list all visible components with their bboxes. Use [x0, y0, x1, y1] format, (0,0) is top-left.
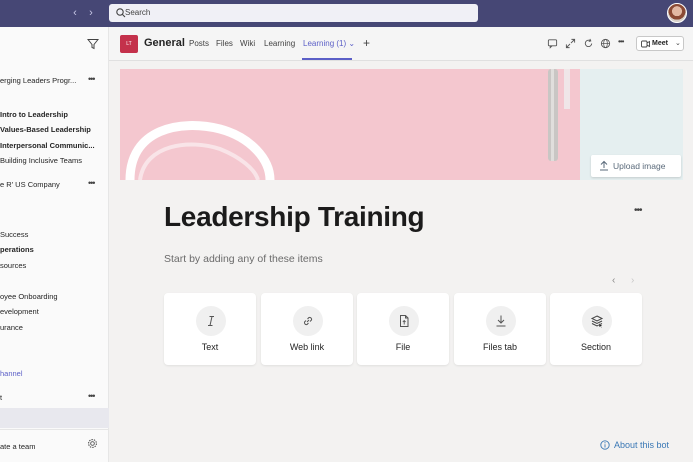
- channel-operations[interactable]: perations: [0, 245, 34, 254]
- gear-icon[interactable]: [87, 438, 98, 449]
- tab-learning-1[interactable]: Learning (1) ⌄: [303, 39, 355, 48]
- active-tab-indicator: [302, 58, 352, 60]
- upload-image-label: Upload image: [613, 161, 666, 171]
- page-more-options-icon[interactable]: •••: [634, 205, 642, 216]
- add-files-tab-card[interactable]: Files tab: [454, 293, 546, 365]
- team-company[interactable]: e R' US Company: [0, 180, 60, 189]
- channel-insurance[interactable]: urance: [0, 323, 23, 332]
- card-label: Files tab: [482, 342, 517, 352]
- team-emerging-leaders[interactable]: erging Leaders Progr...: [0, 76, 76, 85]
- video-camera-icon: [641, 40, 650, 48]
- add-web-link-card[interactable]: Web link: [261, 293, 353, 365]
- filter-icon[interactable]: [87, 38, 99, 50]
- team-item[interactable]: t: [0, 393, 2, 402]
- about-this-bot-label: About this bot: [614, 440, 670, 450]
- file-icon: [400, 315, 409, 327]
- card-icon-circle: [293, 306, 323, 336]
- tab-posts[interactable]: Posts: [189, 39, 209, 48]
- channel-building-inclusive-teams[interactable]: Building Inclusive Teams: [0, 156, 82, 165]
- info-icon: [600, 440, 610, 450]
- channel-values-based-leadership[interactable]: Values-Based Leadership: [0, 125, 91, 134]
- channel-title: General: [144, 37, 185, 49]
- create-team-link[interactable]: ate a team: [0, 442, 35, 451]
- team-more-options[interactable]: •••: [88, 391, 96, 401]
- channel-development[interactable]: evelopment: [0, 307, 39, 316]
- card-label: Web link: [289, 342, 325, 352]
- forward-arrow-icon[interactable]: ›: [85, 7, 97, 19]
- team-logo: LT: [120, 35, 138, 53]
- download-icon: [496, 315, 506, 327]
- channel-success[interactable]: Success: [0, 230, 28, 239]
- card-icon-circle: [582, 306, 612, 336]
- team-more-options[interactable]: •••: [88, 74, 96, 84]
- card-icon-circle: [486, 306, 516, 336]
- channel-intro-to-leadership[interactable]: Intro to Leadership: [0, 110, 68, 119]
- back-arrow-icon[interactable]: ‹: [69, 7, 81, 19]
- search-placeholder: Search: [125, 8, 151, 17]
- title-bar: ‹ › Search: [0, 0, 693, 27]
- tab-files[interactable]: Files: [216, 39, 233, 48]
- channel-header: LT General Posts Files Wiki Learning Lea…: [109, 27, 693, 61]
- refresh-icon[interactable]: [583, 38, 594, 49]
- chat-icon[interactable]: [547, 38, 558, 49]
- card-icon-circle: [196, 306, 226, 336]
- user-avatar[interactable]: [667, 3, 687, 23]
- search-input[interactable]: Search: [109, 4, 478, 22]
- channel-employee-onboarding[interactable]: oyee Onboarding: [0, 292, 58, 301]
- selected-channel-highlight[interactable]: [0, 408, 109, 428]
- layers-icon: [590, 315, 604, 328]
- upload-image-button[interactable]: Upload image: [591, 155, 681, 177]
- globe-icon[interactable]: [600, 38, 611, 49]
- teams-sidebar: erging Leaders Progr... ••• Intro to Lea…: [0, 27, 109, 462]
- page-subtitle: Start by adding any of these items: [164, 253, 323, 265]
- tab-wiki[interactable]: Wiki: [240, 39, 255, 48]
- meet-button[interactable]: Meet ⌄: [636, 36, 684, 51]
- tab-learning[interactable]: Learning: [264, 39, 295, 48]
- team-more-options[interactable]: •••: [88, 178, 96, 188]
- meet-label: Meet: [652, 40, 668, 47]
- carousel-prev-icon[interactable]: ‹: [612, 275, 615, 286]
- more-options-icon[interactable]: •••: [618, 37, 624, 46]
- page-title[interactable]: Leadership Training: [164, 201, 425, 233]
- add-tab-button[interactable]: +: [363, 36, 370, 50]
- add-file-card[interactable]: File: [357, 293, 449, 365]
- carousel-next-icon[interactable]: ›: [631, 275, 634, 286]
- card-icon-circle: [389, 306, 419, 336]
- card-label: Section: [580, 342, 612, 352]
- add-text-card[interactable]: Text: [164, 293, 256, 365]
- channel-interpersonal-communication[interactable]: Interpersonal Communic...: [0, 141, 95, 150]
- channel-resources[interactable]: sources: [0, 261, 26, 270]
- link-icon: [303, 316, 313, 326]
- channel-link[interactable]: hannel: [0, 369, 23, 378]
- banner-image: Upload image: [120, 69, 683, 180]
- upload-icon: [600, 160, 608, 171]
- learning-page: Upload image Leadership Training ••• Sta…: [109, 61, 693, 462]
- meet-chevron-icon[interactable]: ⌄: [675, 39, 681, 47]
- expand-icon[interactable]: [565, 38, 576, 49]
- card-label: File: [395, 342, 411, 352]
- add-section-card[interactable]: Section: [550, 293, 642, 365]
- text-italic-icon: [208, 316, 214, 326]
- card-label: Text: [201, 342, 219, 352]
